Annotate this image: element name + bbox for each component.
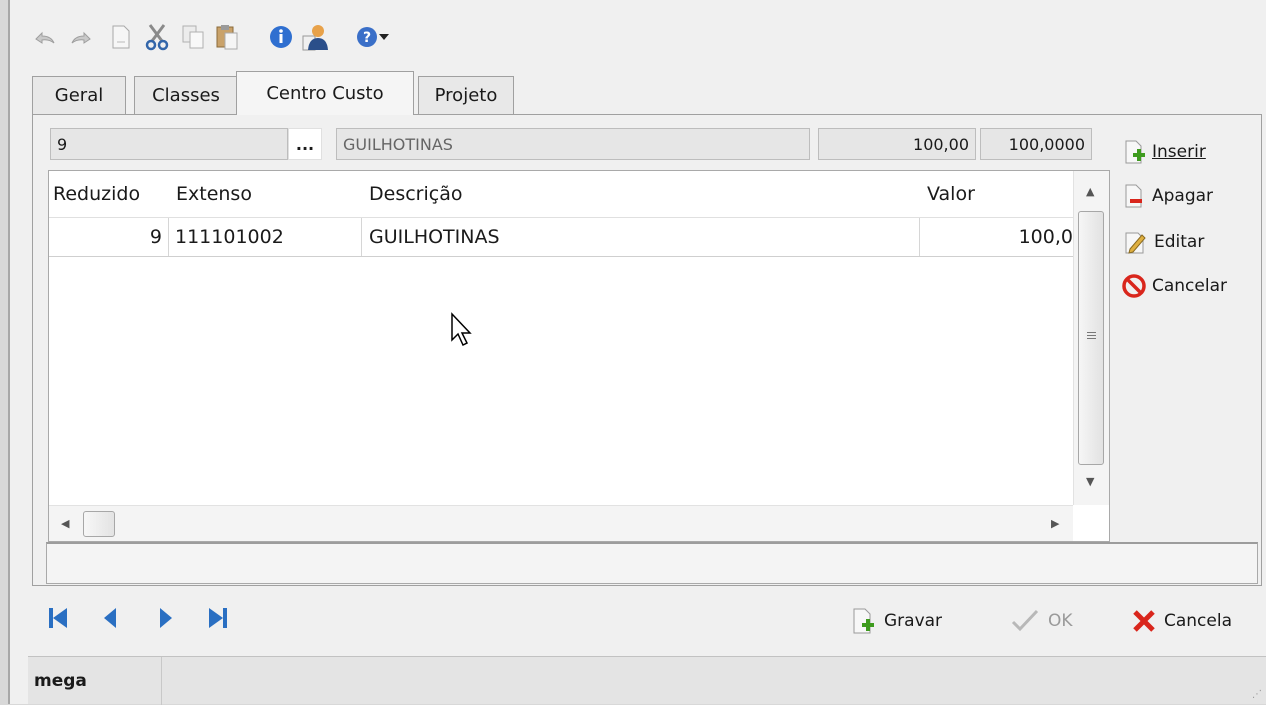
cancel-label: Cancela	[1164, 611, 1233, 631]
edit-icon	[1125, 232, 1146, 254]
code-value: 9	[57, 134, 68, 154]
column-header-valor[interactable]: Valor	[927, 171, 975, 217]
scroll-right-icon[interactable]: ▶	[1051, 517, 1059, 530]
tab-projeto[interactable]: Projeto	[418, 76, 514, 114]
cancel-edit-label: Cancelar	[1152, 276, 1227, 296]
previous-record-button[interactable]	[92, 600, 128, 636]
cut-icon[interactable]	[140, 18, 174, 56]
scroll-down-icon[interactable]: ▼	[1086, 475, 1094, 488]
delete-icon	[1125, 184, 1142, 208]
user-icon[interactable]	[298, 18, 332, 56]
tab-label: Geral	[54, 85, 104, 106]
tab-centro-custo[interactable]: Centro Custo	[236, 71, 414, 115]
grid-header: Reduzido Extenso Descrição Valor	[49, 171, 1073, 217]
new-document-icon[interactable]	[104, 18, 138, 56]
svg-text:?: ?	[363, 30, 371, 46]
save-icon	[853, 608, 874, 634]
column-label: Reduzido	[53, 183, 141, 205]
description-value: GUILHOTINAS	[343, 134, 453, 154]
grip-icon	[1087, 332, 1096, 333]
column-header-descricao[interactable]: Descrição	[369, 171, 462, 217]
no-entry-icon	[1122, 274, 1146, 298]
edit-button[interactable]: Editar	[1124, 224, 1204, 260]
save-label: Gravar	[884, 611, 943, 631]
close-icon	[1133, 610, 1155, 632]
insert-button[interactable]: Inserir	[1124, 134, 1206, 170]
status-user-cell: mega	[34, 657, 162, 705]
cell-text: 111101002	[175, 226, 284, 248]
cell-reduzido: 9	[49, 218, 169, 256]
cell-text: 100,0	[1018, 226, 1073, 248]
vertical-scroll-thumb[interactable]	[1078, 211, 1104, 465]
column-label: Descrição	[369, 183, 463, 205]
horizontal-scroll-thumb[interactable]	[83, 511, 115, 537]
insert-icon	[1125, 140, 1145, 164]
dropdown-arrow-icon[interactable]	[374, 18, 394, 56]
tab-label: Centro Custo	[266, 83, 384, 104]
tab-label: Projeto	[434, 85, 498, 106]
data-grid[interactable]: Reduzido Extenso Descrição Valor 9 11110…	[48, 170, 1110, 542]
scroll-left-icon[interactable]: ◀	[61, 517, 69, 530]
status-user: mega	[34, 671, 87, 691]
save-button[interactable]: Gravar	[852, 603, 942, 639]
ellipsis-label: ...	[295, 134, 315, 154]
column-label: Extenso	[176, 183, 252, 205]
lookup-button[interactable]: ...	[288, 128, 322, 160]
info-icon[interactable]	[264, 18, 298, 56]
column-header-extenso[interactable]: Extenso	[176, 171, 252, 217]
resize-grip-icon[interactable]: ⋰	[1252, 689, 1262, 700]
description-field: GUILHOTINAS	[336, 128, 810, 160]
horizontal-scrollbar[interactable]: ◀ ▶	[49, 505, 1073, 541]
paste-icon[interactable]	[210, 18, 244, 56]
ok-label: OK	[1048, 611, 1073, 631]
toolbar: ?	[28, 18, 728, 62]
undo-icon[interactable]	[28, 18, 62, 56]
table-row[interactable]: 9 111101002 GUILHOTINAS 100,0	[49, 217, 1073, 257]
column-label: Valor	[927, 183, 975, 205]
cancel-button[interactable]: Cancela	[1132, 603, 1232, 639]
next-record-button[interactable]	[148, 600, 184, 636]
delete-button[interactable]: Apagar	[1124, 178, 1213, 214]
last-record-button[interactable]	[200, 600, 236, 636]
previous-icon	[104, 608, 116, 628]
code-field[interactable]: 9	[50, 128, 288, 160]
cell-text: 9	[149, 226, 162, 248]
mouse-cursor-icon	[450, 312, 474, 353]
cell-descricao: GUILHOTINAS	[362, 218, 920, 256]
next-icon	[160, 608, 172, 628]
tab-label: Classes	[152, 85, 220, 106]
delete-label: Apagar	[1152, 186, 1214, 206]
first-icon	[49, 608, 67, 628]
value-amount: 100,00	[913, 134, 969, 154]
last-icon	[209, 608, 227, 628]
status-bar: mega ⋰	[28, 656, 1266, 705]
scroll-up-icon[interactable]: ▲	[1086, 185, 1094, 198]
vertical-scrollbar[interactable]: ▲ ▼	[1073, 171, 1109, 505]
tab-geral[interactable]: Geral	[32, 76, 126, 114]
percent-amount: 100,0000	[1008, 134, 1085, 154]
check-icon	[1011, 609, 1039, 632]
edit-label: Editar	[1154, 232, 1205, 252]
tab-classes[interactable]: Classes	[134, 76, 238, 114]
cell-extenso: 111101002	[169, 218, 362, 256]
copy-icon[interactable]	[176, 18, 210, 56]
cell-text: GUILHOTINAS	[369, 226, 500, 248]
footer-panel	[46, 542, 1258, 584]
cancel-edit-button[interactable]: Cancelar	[1122, 268, 1227, 304]
percent-field: 100,0000	[980, 128, 1092, 160]
insert-label: Inserir	[1152, 142, 1206, 162]
dialog-window: ? Geral Classes Centro Custo Projeto 9 .…	[8, 0, 1266, 705]
column-header-reduzido[interactable]: Reduzido	[53, 171, 140, 217]
first-record-button[interactable]	[40, 600, 76, 636]
value-field: 100,00	[818, 128, 976, 160]
cell-valor: 100,0	[920, 218, 1073, 256]
ok-button[interactable]: OK	[1010, 603, 1073, 639]
redo-icon[interactable]	[64, 18, 98, 56]
